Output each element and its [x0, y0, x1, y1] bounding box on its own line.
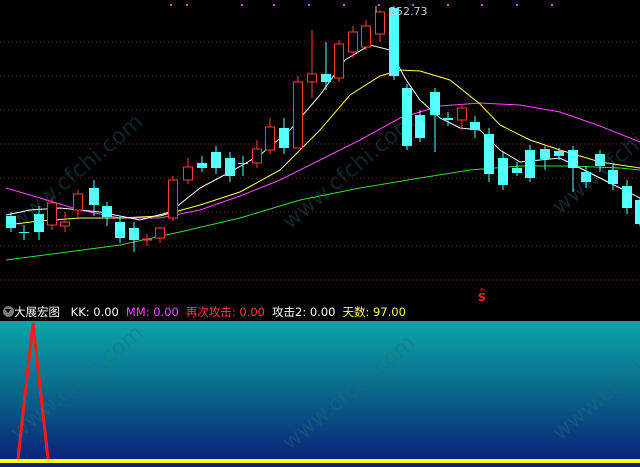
indicator-background — [0, 321, 640, 467]
candle-body — [402, 88, 412, 146]
candle-down — [402, 84, 412, 150]
top-dot — [516, 4, 518, 6]
candle-body — [525, 150, 535, 178]
candle-body — [498, 158, 508, 185]
indicator-value-4: 天数: 97.00 — [342, 305, 406, 319]
candle-body — [389, 8, 399, 76]
top-dot — [308, 4, 310, 6]
candle-body — [6, 216, 16, 228]
top-dot — [241, 4, 243, 6]
indicator-name[interactable]: 大展宏图 — [14, 305, 60, 319]
indicator-info-bar: 大展宏图 KK: 0.00 MM: 0.00 再次攻击: 0.00 攻击2: 0.00… — [0, 303, 640, 321]
high-price-label: 252.73 — [389, 5, 428, 18]
top-dot — [481, 4, 483, 6]
candle-body — [608, 170, 618, 184]
candle-body — [457, 107, 467, 121]
candle-body — [554, 151, 564, 156]
candle-body — [225, 158, 235, 176]
candle-body — [155, 227, 165, 239]
candle-body — [334, 43, 344, 79]
candle-body — [470, 122, 480, 130]
candle-body — [197, 163, 207, 168]
candle-down — [484, 128, 494, 182]
candle-body — [211, 152, 221, 168]
candle-body — [293, 81, 303, 149]
candle-body — [73, 193, 83, 211]
candle-body — [361, 25, 371, 48]
candle-body — [415, 115, 425, 138]
candle-body — [307, 73, 317, 83]
indicator-value-1: MM: 0.00 — [125, 305, 179, 319]
indicator-value-3: 攻击2: 0.00 — [272, 305, 336, 319]
candle-up — [293, 76, 303, 149]
candle-body — [321, 74, 331, 82]
candle-body — [19, 232, 29, 233]
top-dot — [343, 4, 345, 6]
candle-body — [568, 150, 578, 168]
candle-body — [540, 149, 550, 159]
candle-body — [622, 186, 632, 208]
signal-arrow: ^ — [479, 287, 486, 296]
indicator-value-0: KK: 0.00 — [70, 305, 119, 319]
candle-body — [47, 202, 57, 226]
candle-body — [60, 221, 70, 227]
top-dot — [551, 4, 553, 6]
candle-body — [115, 222, 125, 238]
candle-body — [265, 126, 275, 151]
candle-body — [183, 166, 193, 181]
candle-body — [142, 238, 152, 241]
collapse-icon[interactable] — [3, 306, 14, 317]
candle-up — [334, 40, 344, 82]
candle-body — [129, 228, 139, 240]
candle-body — [168, 179, 178, 219]
candlestick-chart[interactable]: www.cfchi.comwww.cfchi.comwww.cfchi.com … — [0, 0, 640, 303]
candle-body — [430, 92, 440, 115]
candle-body — [512, 168, 522, 173]
candle-body — [279, 128, 289, 148]
indicator-value-2: 再次攻击: 0.00 — [185, 305, 265, 319]
candle-body — [348, 31, 358, 53]
candle-down — [525, 145, 535, 182]
candle-body — [484, 134, 494, 174]
candle-body — [34, 214, 44, 232]
candle-up — [47, 198, 57, 230]
top-dot — [447, 4, 449, 6]
candle-body — [443, 118, 453, 120]
candle-down — [635, 198, 640, 226]
candle-body — [89, 188, 99, 205]
candle-up — [168, 176, 178, 221]
candle-body — [595, 154, 605, 166]
candle-body — [238, 163, 248, 164]
indicator-chart[interactable]: www.cfchi.comwww.cfchi.comwww.cfchi.com — [0, 321, 640, 467]
top-dot — [378, 4, 380, 6]
top-dot — [273, 4, 275, 6]
candle-body — [102, 206, 112, 217]
top-dot — [170, 4, 172, 6]
candle-body — [581, 172, 591, 182]
candle-body — [635, 200, 640, 224]
candle-body — [252, 148, 262, 164]
top-dot — [186, 4, 188, 6]
candle-body — [375, 11, 385, 35]
